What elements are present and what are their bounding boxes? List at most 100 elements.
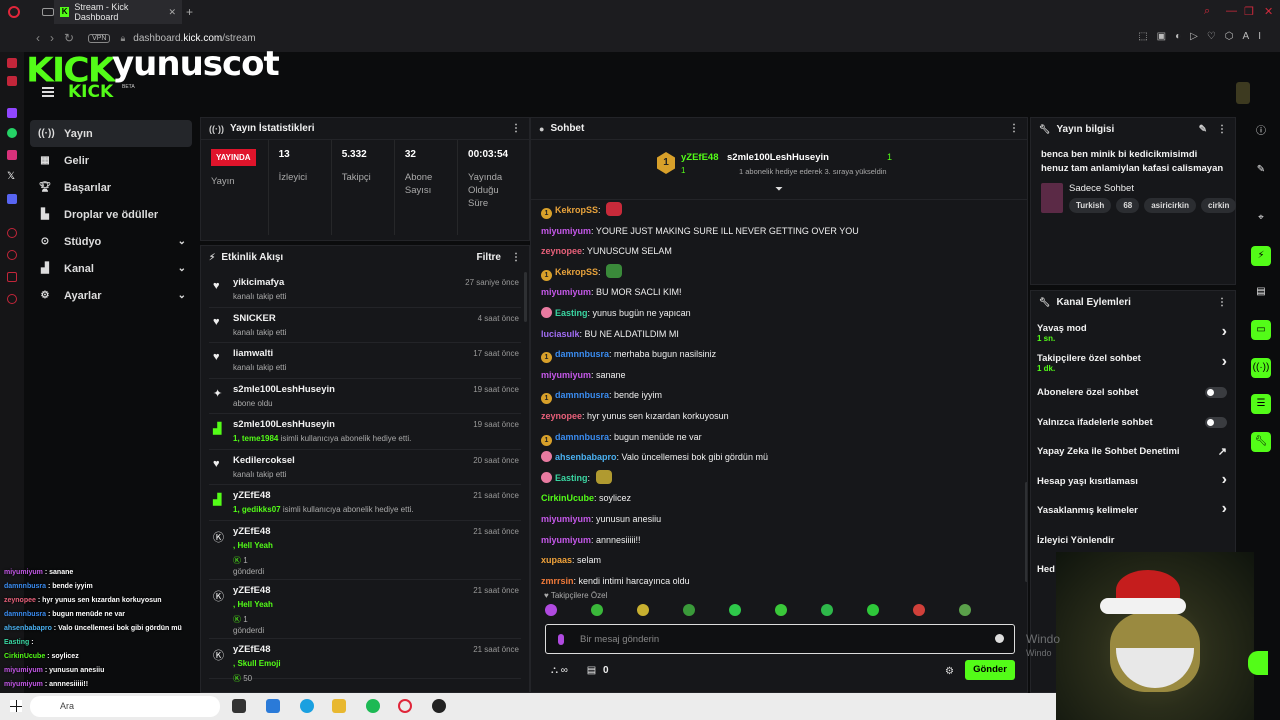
store-icon[interactable]: ▤	[587, 665, 596, 676]
tag[interactable]: asiricirkin	[1144, 198, 1197, 213]
leader-username[interactable]: yZEfE48	[681, 152, 719, 163]
maximize-icon[interactable]: ❐	[1244, 5, 1254, 18]
more-options-icon[interactable]: ⋮	[1217, 297, 1227, 308]
chat-message[interactable]: miyumiyum: sanane	[541, 365, 1011, 386]
tag[interactable]: Turkish	[1069, 198, 1112, 213]
chat-username[interactable]: miyumiyum	[541, 535, 591, 545]
url-field[interactable]: dashboard.kick.com/stream	[133, 33, 255, 44]
category-thumbnail[interactable]	[1041, 183, 1063, 213]
activity-username[interactable]: liamwalti	[233, 348, 273, 359]
nav-item-yayin[interactable]: ((·)) Yayın	[30, 120, 192, 147]
menu-icon[interactable]	[42, 87, 54, 97]
instagram-icon[interactable]	[7, 150, 17, 160]
chat-message[interactable]: zeynopee: YUNUSCUM SELAM	[541, 241, 1011, 262]
chat-settings-icon[interactable]: ⚙	[945, 666, 954, 677]
activity-username[interactable]: yZEfE48	[233, 644, 271, 655]
chat-username[interactable]: ahsenbabapro	[555, 452, 617, 462]
second-username[interactable]: s2mle100LeshHuseyin	[727, 152, 829, 163]
activity-username[interactable]: SNICKER	[233, 313, 276, 324]
close-tab-icon[interactable]: ✕	[168, 7, 176, 18]
emote-icon[interactable]	[591, 604, 603, 616]
task-view-icon[interactable]	[232, 699, 246, 713]
whatsapp-icon[interactable]	[7, 128, 17, 138]
layout-icon[interactable]: ☰	[1251, 394, 1271, 414]
nav-item-studyo[interactable]: ⊙ Stüdyo ⌄	[30, 228, 192, 255]
chat-username[interactable]: miyumiyum	[541, 370, 591, 380]
chat-username[interactable]: damnnbusra	[555, 432, 609, 442]
search-tabs-icon[interactable]: ⌕	[1204, 5, 1210, 18]
settings-icon[interactable]	[7, 294, 17, 304]
outlook-icon[interactable]	[266, 699, 280, 713]
emote-icon[interactable]	[637, 604, 649, 616]
chat-message[interactable]: 1 damnnbusra: merhaba bugun nasilsiniz	[541, 344, 1011, 365]
nav-item-basarilar[interactable]: 🏆︎ Başarılar	[30, 174, 192, 201]
notes-icon[interactable]: ▤	[1251, 282, 1271, 302]
chat-username[interactable]: CirkinUcube	[541, 493, 594, 503]
chat-message[interactable]: miyumiyum: annnesiiiii!!	[541, 530, 1011, 551]
chat-message[interactable]: Easting:	[541, 468, 1011, 489]
chat-message[interactable]: ahsenbabapro: Valo üncellemesi bok gibi …	[541, 447, 1011, 468]
chat-icon[interactable]: ▭	[1251, 320, 1271, 340]
taskbar-search[interactable]: Ara	[30, 696, 220, 717]
chat-message[interactable]: Easting: yunus bugün ne yapıcan	[541, 303, 1011, 324]
chevron-right-icon[interactable]: ›	[1222, 500, 1227, 518]
broadcast-icon[interactable]: ((·))	[1251, 358, 1271, 378]
more-options-icon[interactable]: ⋮	[1217, 124, 1227, 135]
emote-icon[interactable]	[595, 469, 612, 484]
emote-icon[interactable]	[729, 604, 741, 616]
spotify-icon[interactable]	[366, 699, 380, 713]
activity-username[interactable]: yZEfE48	[233, 526, 271, 537]
opera-logo-icon[interactable]	[8, 6, 20, 18]
chat-username[interactable]: zmrrsin	[541, 576, 574, 586]
emote-icon[interactable]	[913, 604, 925, 616]
extensions-icon[interactable]	[7, 272, 17, 282]
edit-icon[interactable]: ✎	[1251, 160, 1271, 180]
downloads-icon[interactable]	[7, 250, 17, 260]
chat-message[interactable]: CirkinUcube: soylicez	[541, 488, 1011, 509]
channel-action-item[interactable]: Yapay Zeka ile Sohbet Denetimi ↗	[1031, 437, 1235, 467]
wrench-icon[interactable]: 🔧︎	[1251, 432, 1271, 452]
emote-icon[interactable]	[867, 604, 879, 616]
chat-message[interactable]: 1 KekropSS:	[541, 262, 1011, 283]
chat-message[interactable]: miyumiyum: YOURE JUST MAKING SURE ILL NE…	[541, 221, 1011, 242]
emote-icon[interactable]	[959, 604, 971, 616]
browser-tab-active[interactable]: K Stream - Kick Dashboard ✕	[54, 0, 182, 24]
activity-item[interactable]: ♥ liamwalti kanalı takip etti 17 saat önce	[209, 343, 521, 379]
activity-item[interactable]: ♥ SNICKER kanalı takip etti 4 saat önce	[209, 308, 521, 343]
chat-username[interactable]: zeynopee	[541, 246, 582, 256]
activity-username[interactable]: yZEfE48	[233, 490, 271, 501]
collapse-icon[interactable]: ⏷	[775, 184, 783, 195]
more-options-icon[interactable]: ⋮	[511, 252, 521, 263]
chat-username[interactable]: xupaas	[541, 555, 572, 565]
discord-icon[interactable]	[7, 194, 17, 204]
chat-username[interactable]: KekropSS	[555, 267, 598, 277]
messenger-icon[interactable]	[7, 58, 17, 68]
scrollbar[interactable]	[524, 272, 527, 322]
emote-icon[interactable]	[606, 202, 623, 216]
file-explorer-icon[interactable]	[332, 699, 346, 713]
tag[interactable]: 68	[1116, 198, 1140, 213]
chat-username[interactable]: miyumiyum	[541, 226, 591, 236]
kick-logo-small[interactable]: KICK	[68, 82, 113, 102]
emote-icon[interactable]	[545, 604, 557, 616]
reload-icon[interactable]: ↻	[64, 31, 74, 45]
chat-username[interactable]: miyumiyum	[541, 514, 591, 524]
chat-username[interactable]: damnnbusra	[555, 349, 609, 359]
category-name[interactable]: Sadece Sohbet	[1069, 183, 1134, 194]
forward-icon[interactable]: ›	[50, 31, 54, 45]
nav-item-kanal[interactable]: ▟ Kanal ⌄	[30, 255, 192, 282]
chat-message[interactable]: zeynopee: hyr yunus sen kızardan korkuyo…	[541, 406, 1011, 427]
x-twitter-icon[interactable]: 𝕏	[7, 172, 17, 182]
edge-icon[interactable]	[300, 699, 314, 713]
vpn-badge[interactable]: VPN	[88, 33, 111, 43]
close-window-icon[interactable]: ✕	[1264, 5, 1273, 18]
chevron-right-icon[interactable]: ›	[1222, 471, 1227, 489]
tab-overview-icon[interactable]	[42, 8, 54, 16]
emote-icon[interactable]	[775, 604, 787, 616]
activity-item[interactable]: ✦ s2mle100LeshHuseyin abone oldu 19 saat ön…	[209, 379, 521, 414]
lock-icon[interactable]: 🔒︎	[120, 33, 125, 44]
activity-username[interactable]: yZEfE48	[233, 585, 271, 596]
activity-username[interactable]: s2mle100LeshHuseyin	[233, 419, 335, 430]
chat-message[interactable]: 1 damnnbusra: bugun menüde ne var	[541, 427, 1011, 448]
more-options-icon[interactable]: ⋮	[511, 123, 521, 134]
